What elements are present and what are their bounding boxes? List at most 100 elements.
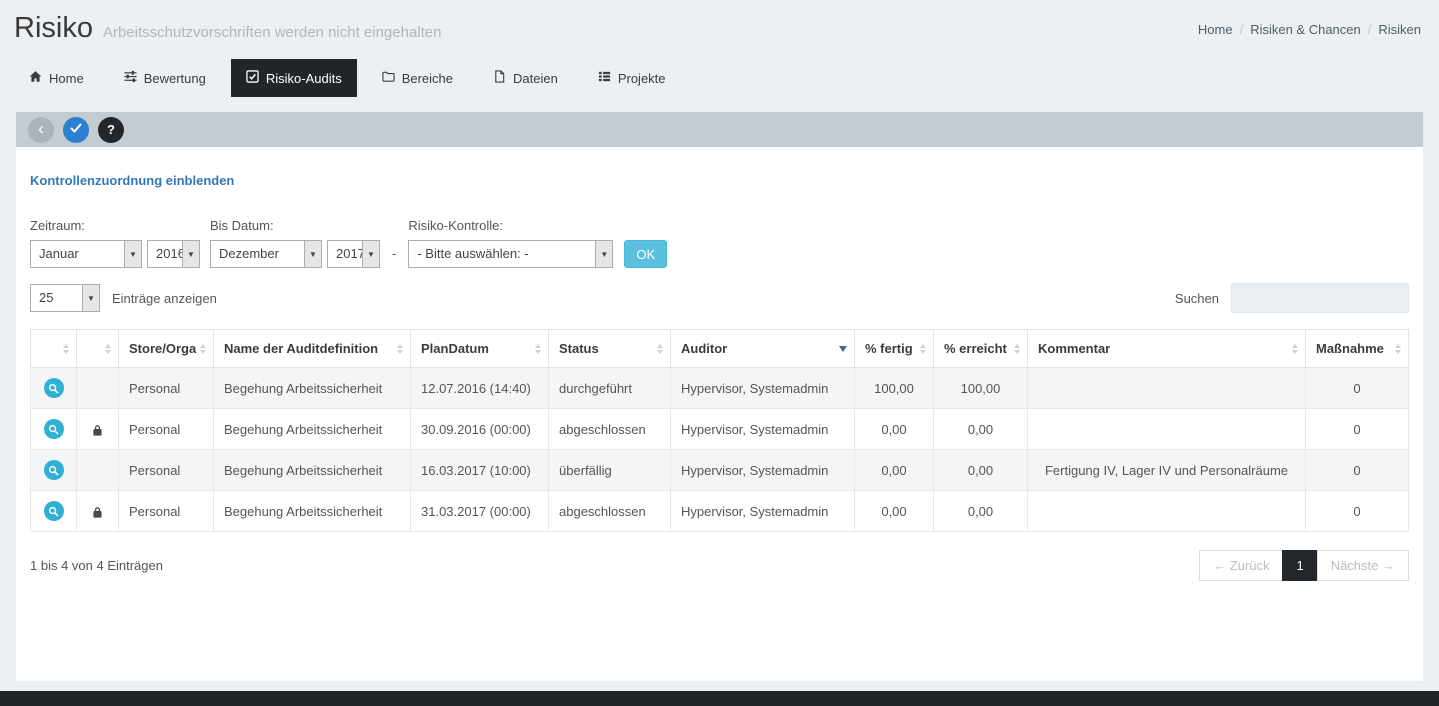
risiko-kontrolle-label: Risiko-Kontrolle: — [408, 218, 667, 233]
tab-projekte[interactable]: Projekte — [583, 59, 681, 97]
cell-massnahme: 0 — [1306, 409, 1409, 450]
col-kommentar[interactable]: Kommentar — [1028, 330, 1306, 368]
details-button[interactable] — [44, 419, 64, 439]
cell-erreicht: 0,00 — [934, 409, 1028, 450]
col-massnahme[interactable]: Maßnahme — [1306, 330, 1409, 368]
details-button[interactable] — [44, 501, 64, 521]
breadcrumb-separator: / — [1240, 22, 1244, 37]
breadcrumb-risiken[interactable]: Risiken — [1378, 22, 1421, 37]
zeitraum-group: Zeitraum: Januar ▼ 2016 ▼ — [30, 218, 200, 268]
cell-name: Begehung Arbeitssicherheit — [214, 491, 411, 532]
breadcrumb-risiken-chancen[interactable]: Risiken & Chancen — [1250, 22, 1361, 37]
page-1-button[interactable]: 1 — [1282, 550, 1317, 581]
bottom-footer-bar — [0, 691, 1439, 706]
page-subtitle: Arbeitsschutzvorschriften werden nicht e… — [103, 24, 442, 41]
cell-plandatum: 16.03.2017 (10:00) — [411, 450, 549, 491]
caret-down-icon: ▼ — [124, 241, 141, 267]
col-store-orga[interactable]: Store/Orga — [119, 330, 214, 368]
caret-down-icon: ▼ — [182, 241, 199, 267]
check-icon — [70, 122, 82, 137]
cell-fertig: 0,00 — [855, 409, 934, 450]
sort-icon — [535, 344, 541, 354]
to-year-select[interactable]: 2017 ▼ — [327, 240, 380, 268]
cell-store: Personal — [119, 409, 214, 450]
cell-store: Personal — [119, 450, 214, 491]
risiko-kontrolle-select[interactable]: - Bitte auswählen: - ▼ — [408, 240, 613, 268]
filter-bar: Zeitraum: Januar ▼ 2016 ▼ Bis Datum: — [30, 218, 1409, 268]
col-details[interactable] — [31, 330, 77, 368]
page-length-label: Einträge anzeigen — [112, 291, 217, 306]
cell-store: Personal — [119, 368, 214, 409]
sort-icon — [1014, 344, 1020, 354]
caret-down-icon: ▼ — [304, 241, 321, 267]
tab-label: Home — [49, 71, 84, 86]
sliders-icon — [124, 70, 137, 86]
tab-home[interactable]: Home — [14, 59, 99, 97]
audits-table: Store/Orga Name der Auditdefinition Plan… — [30, 329, 1409, 532]
cell-auditor: Hypervisor, Systemadmin — [671, 368, 855, 409]
cell-name: Begehung Arbeitssicherheit — [214, 368, 411, 409]
question-icon: ? — [107, 122, 115, 137]
table-row: Personal Begehung Arbeitssicherheit 12.0… — [31, 368, 1409, 409]
magnifier-icon — [48, 506, 59, 517]
to-month-select[interactable]: Dezember ▼ — [210, 240, 322, 268]
from-month-select[interactable]: Januar ▼ — [30, 240, 142, 268]
zeitraum-label: Zeitraum: — [30, 218, 200, 233]
tab-label: Projekte — [618, 71, 666, 86]
prev-page-button[interactable]: ← Zurück — [1199, 550, 1283, 581]
back-button[interactable]: ‹ — [28, 117, 54, 143]
chevron-left-icon: ‹ — [38, 120, 44, 137]
entries-info: 1 bis 4 von 4 Einträgen — [30, 558, 163, 573]
sort-desc-icon — [839, 346, 847, 352]
tab-bereiche[interactable]: Bereiche — [367, 59, 468, 97]
file-icon — [493, 70, 506, 86]
col-plandatum[interactable]: PlanDatum — [411, 330, 549, 368]
cell-kommentar — [1028, 368, 1306, 409]
confirm-button[interactable] — [63, 117, 89, 143]
sort-icon — [657, 344, 663, 354]
risiko-kontrolle-value: - Bitte auswählen: - — [409, 241, 595, 267]
home-icon — [29, 70, 42, 86]
ok-button[interactable]: OK — [624, 240, 667, 268]
col-lock[interactable] — [77, 330, 119, 368]
col-erreicht[interactable]: % erreicht — [934, 330, 1028, 368]
sort-icon — [200, 344, 206, 354]
table-row: Personal Begehung Arbeitssicherheit 31.0… — [31, 491, 1409, 532]
cell-details — [31, 368, 77, 409]
col-auditor[interactable]: Auditor — [671, 330, 855, 368]
sort-icon — [920, 344, 926, 354]
col-fertig[interactable]: % fertig — [855, 330, 934, 368]
caret-down-icon: ▼ — [595, 241, 612, 267]
search-input[interactable] — [1231, 283, 1409, 313]
help-button[interactable]: ? — [98, 117, 124, 143]
from-year-select[interactable]: 2016 ▼ — [147, 240, 200, 268]
bis-datum-label: Bis Datum: — [210, 218, 380, 233]
cell-lock — [77, 368, 119, 409]
details-button[interactable] — [44, 378, 64, 398]
sort-icon — [105, 344, 111, 354]
col-auditdefinition[interactable]: Name der Auditdefinition — [214, 330, 411, 368]
breadcrumb: Home/Risiken & Chancen/Risiken — [1198, 12, 1421, 37]
kontrollenzuordnung-link[interactable]: Kontrollenzuordnung einblenden — [30, 147, 234, 188]
breadcrumb-home[interactable]: Home — [1198, 22, 1233, 37]
filter-separator: - — [392, 240, 396, 268]
details-button[interactable] — [44, 460, 64, 480]
cell-plandatum: 30.09.2016 (00:00) — [411, 409, 549, 450]
cell-details — [31, 409, 77, 450]
col-status[interactable]: Status — [549, 330, 671, 368]
tab-dateien[interactable]: Dateien — [478, 59, 573, 97]
cell-plandatum: 31.03.2017 (00:00) — [411, 491, 549, 532]
check-square-icon — [246, 70, 259, 86]
to-year-value: 2017 — [328, 241, 362, 267]
cell-lock — [77, 491, 119, 532]
cell-kommentar — [1028, 491, 1306, 532]
table-footer: 1 bis 4 von 4 Einträgen ← Zurück 1 Nächs… — [30, 550, 1409, 581]
cell-status: abgeschlossen — [549, 409, 671, 450]
page-length-select[interactable]: 25 ▼ — [30, 284, 100, 312]
cell-fertig: 0,00 — [855, 450, 934, 491]
lock-icon — [92, 506, 103, 519]
tab-risiko-audits[interactable]: Risiko-Audits — [231, 59, 357, 97]
tab-bewertung[interactable]: Bewertung — [109, 59, 221, 97]
next-page-button[interactable]: Nächste → — [1317, 550, 1409, 581]
table-row: Personal Begehung Arbeitssicherheit 16.0… — [31, 450, 1409, 491]
